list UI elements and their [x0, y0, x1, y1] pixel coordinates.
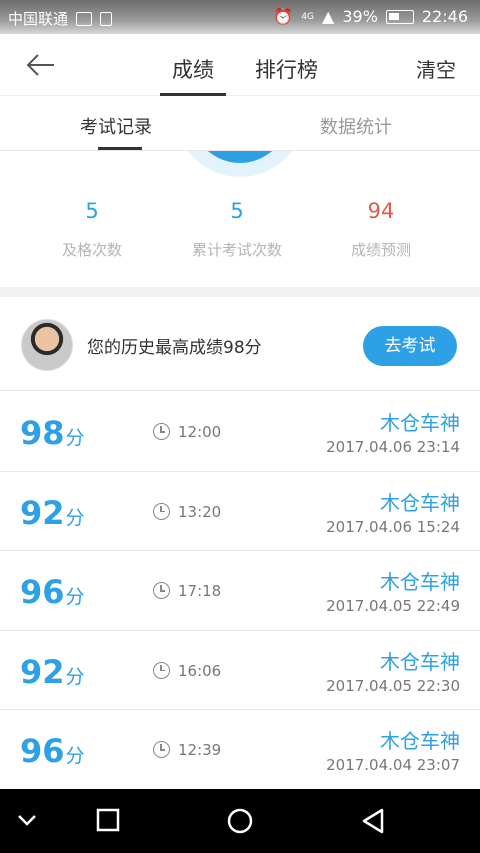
record-row[interactable]: 98分 12:00 木仓车神 2017.04.06 23:14 [0, 392, 480, 472]
record-score: 96分 [20, 573, 85, 611]
best-score-text: 您的历史最高成绩98分 [87, 338, 262, 358]
score-prediction-value: 94 [367, 199, 395, 223]
clock-icon [153, 582, 170, 599]
clock-time: 22:46 [421, 7, 468, 26]
system-nav-bar [0, 789, 480, 853]
record-date: 2017.04.06 23:14 [326, 438, 460, 456]
home-icon[interactable] [226, 807, 254, 839]
status-bar: 中国联通 ⏰ 4G ▲ 39% 22:46 [0, 0, 480, 34]
stats-panel: 5 及格次数 5 累计考试次数 94 成绩预测 [0, 151, 480, 287]
record-date: 2017.04.05 22:49 [326, 597, 460, 615]
take-exam-button[interactable]: 去考试 [363, 326, 457, 366]
record-duration: 12:39 [178, 741, 222, 759]
subtab-bar: 考试记录 数据统计 [0, 96, 480, 151]
record-username: 木仓车神 [380, 649, 460, 674]
clock-icon [153, 423, 170, 440]
record-row[interactable]: 92分 13:20 木仓车神 2017.04.06 15:24 [0, 471, 480, 551]
clock-icon [153, 741, 170, 758]
total-exams-value: 5 [230, 199, 244, 223]
back-triangle-icon[interactable] [360, 807, 388, 839]
record-duration: 16:06 [178, 661, 222, 680]
carrier-label: 中国联通 [8, 10, 69, 28]
record-date: 2017.04.05 22:30 [326, 676, 460, 695]
active-subtab-indicator [98, 147, 142, 150]
record-score: 98分 [20, 414, 85, 452]
avatar [21, 319, 73, 371]
battery-icon [385, 9, 414, 24]
back-arrow-icon[interactable] [24, 51, 58, 79]
signal-icon: ▲ [322, 7, 335, 26]
record-username: 木仓车神 [380, 570, 460, 594]
clock-icon [153, 661, 170, 679]
record-row[interactable]: 96分 12:39 木仓车神 2017.04.04 23:07 [0, 710, 480, 790]
record-username: 木仓车神 [380, 490, 460, 515]
chevron-down-icon[interactable] [14, 807, 40, 837]
tab-ranking[interactable]: 排行榜 [255, 54, 318, 84]
record-username: 木仓车神 [380, 411, 460, 435]
record-username: 木仓车神 [380, 729, 460, 753]
pass-count-label: 及格次数 [61, 241, 122, 259]
subtab-data-stats[interactable]: 数据统计 [320, 113, 392, 139]
record-duration: 13:20 [178, 502, 222, 521]
app-header: 成绩 排行榜 清空 [0, 34, 480, 96]
network-type: 4G [301, 11, 315, 22]
record-duration: 12:00 [178, 423, 222, 441]
record-date: 2017.04.06 15:24 [326, 517, 460, 536]
record-row[interactable]: 96分 17:18 木仓车神 2017.04.05 22:49 [0, 551, 480, 631]
pass-count-value: 5 [85, 199, 99, 223]
best-score-row: 您的历史最高成绩98分 去考试 [0, 297, 480, 391]
record-score: 92分 [20, 652, 85, 691]
exam-record-list: 98分 12:00 木仓车神 2017.04.06 23:14 92分 13:2… [0, 392, 480, 790]
tab-score[interactable]: 成绩 [172, 54, 214, 84]
clear-button[interactable]: 清空 [416, 54, 456, 83]
record-duration: 17:18 [178, 582, 222, 600]
recent-apps-icon[interactable] [95, 807, 121, 837]
record-score: 92分 [20, 493, 85, 532]
record-score: 96分 [20, 732, 85, 770]
score-prediction-label: 成绩预测 [350, 241, 411, 259]
record-row[interactable]: 92分 16:06 木仓车神 2017.04.05 22:30 [0, 630, 480, 710]
battery-percent: 39% [342, 7, 378, 26]
section-divider [0, 287, 480, 297]
alarm-icon: ⏰ [273, 7, 294, 26]
sim-notification-icon [100, 11, 113, 26]
record-date: 2017.04.04 23:07 [326, 756, 460, 774]
image-notification-icon [76, 11, 93, 26]
subtab-exam-records[interactable]: 考试记录 [80, 113, 152, 139]
clock-icon [153, 502, 170, 520]
total-exams-label: 累计考试次数 [191, 241, 282, 259]
